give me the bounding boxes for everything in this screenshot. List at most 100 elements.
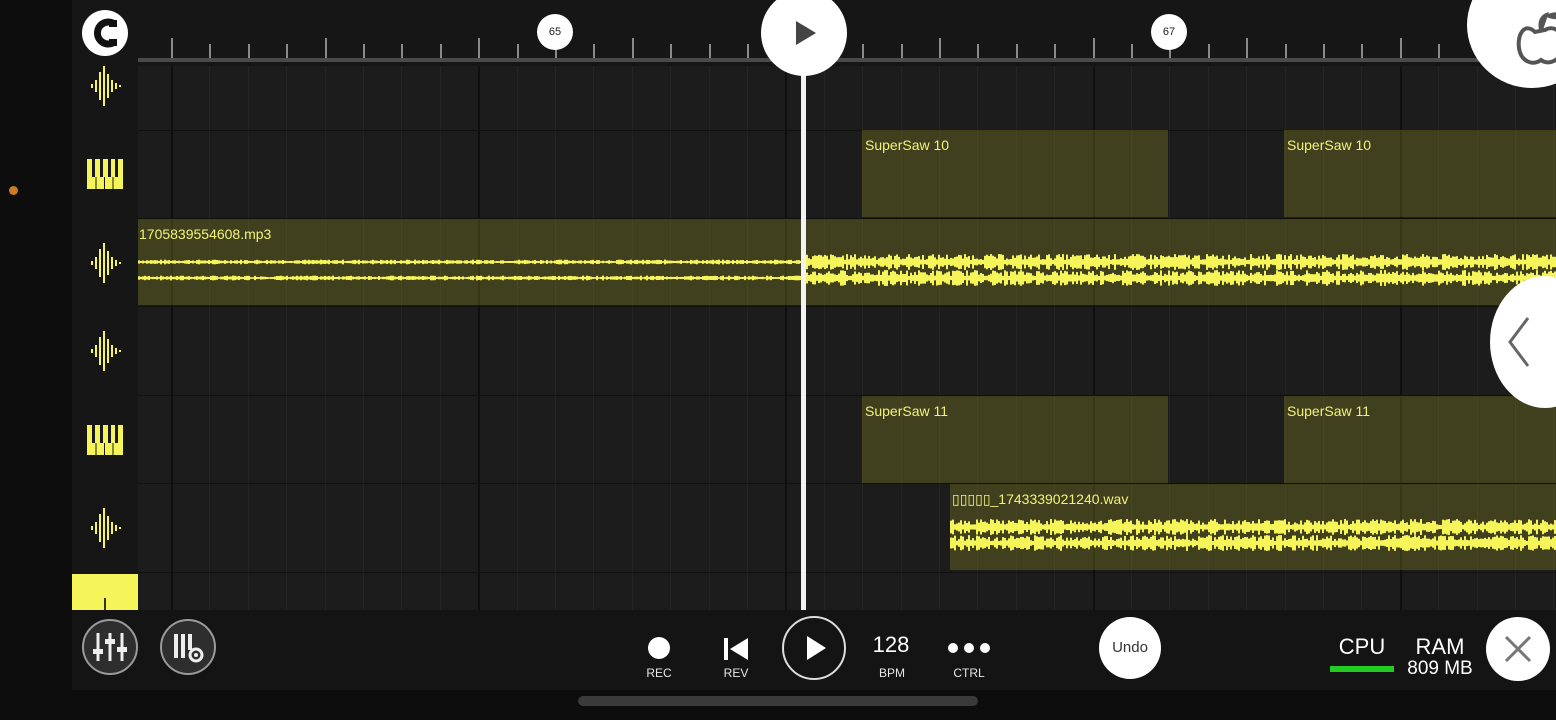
waveform-sample — [940, 271, 942, 285]
close-button[interactable] — [1486, 617, 1550, 681]
pattern-clip-supersaw-11[interactable]: SuperSaw 11 — [1284, 396, 1556, 483]
waveform-sample — [174, 276, 176, 280]
transport-play-button[interactable] — [782, 616, 846, 680]
track-header-3[interactable] — [72, 219, 138, 307]
waveform-sample — [342, 276, 344, 280]
pattern-clip-supersaw-11[interactable]: SuperSaw 11 — [862, 396, 1168, 483]
waveform-sample — [882, 257, 884, 267]
track-header-2[interactable] — [72, 130, 138, 218]
track-header-7-selected[interactable] — [72, 574, 138, 610]
waveform-sample — [830, 254, 832, 270]
waveform-sample — [956, 523, 958, 531]
waveform-sample — [1378, 257, 1380, 267]
playhead-play-button[interactable] — [761, 0, 847, 76]
rewind-button[interactable] — [722, 636, 752, 662]
waveform-sample — [228, 261, 230, 263]
waveform-sample — [1376, 519, 1378, 535]
waveform-sample — [972, 538, 974, 548]
ctrl-button[interactable] — [947, 642, 991, 654]
waveform-sample — [1456, 273, 1458, 283]
waveform-sample — [1394, 257, 1396, 267]
record-button[interactable] — [648, 637, 670, 659]
track-header-6[interactable] — [72, 484, 138, 572]
waveform-sample — [1048, 538, 1050, 548]
bpm-value[interactable]: 128 — [860, 632, 922, 658]
waveform-sample — [1116, 519, 1118, 535]
waveform-sample — [1428, 522, 1430, 532]
undo-button[interactable]: Undo — [1099, 617, 1161, 679]
waveform-sample — [1242, 259, 1244, 265]
waveform-sample — [190, 276, 192, 280]
ruler-tick — [900, 44, 903, 58]
waveform-sample — [1460, 274, 1462, 282]
mixer-button[interactable] — [82, 619, 138, 675]
waveform-sample — [448, 277, 450, 279]
audio-clip-mp3[interactable]: 1705839554608.mp3 — [138, 219, 1556, 305]
playlist-window: 65 67 SuperSaw 10 SuperSaw 10 1705839554… — [72, 0, 1556, 690]
waveform-sample — [234, 275, 236, 281]
track-header-1[interactable] — [72, 66, 138, 106]
waveform-sample — [1422, 523, 1424, 531]
waveform-sample — [1532, 524, 1534, 530]
fl-studio-logo[interactable] — [1467, 0, 1556, 88]
pattern-clip-supersaw-10[interactable]: SuperSaw 10 — [1284, 130, 1556, 217]
waveform-sample — [1516, 523, 1518, 531]
waveform-sample — [1234, 537, 1236, 549]
grid-beat-line — [324, 66, 326, 610]
side-panel-toggle[interactable] — [1490, 276, 1556, 408]
waveform-sample — [1152, 535, 1154, 551]
waveform-sample — [1346, 254, 1348, 270]
waveform-sample — [1038, 537, 1040, 549]
waveform-sample — [1384, 270, 1386, 286]
channel-settings-button[interactable] — [160, 619, 216, 675]
waveform-sample — [1306, 519, 1308, 535]
waveform-sample — [392, 275, 394, 281]
waveform-sample — [336, 276, 338, 280]
waveform-sample — [1364, 520, 1366, 534]
pattern-clip-supersaw-10[interactable]: SuperSaw 10 — [862, 130, 1168, 217]
waveform-sample — [610, 260, 612, 264]
audio-clip-wav[interactable]: ▯▯▯▯▯_1743339021240.wav — [950, 484, 1556, 570]
waveform-sample — [1426, 274, 1428, 282]
waveform-sample — [1194, 255, 1196, 269]
mixer-faders-icon — [93, 633, 127, 661]
system-home-indicator[interactable] — [578, 696, 978, 706]
waveform-sample — [1394, 535, 1396, 551]
waveform-sample — [1290, 270, 1292, 286]
waveform-sample — [1076, 272, 1078, 284]
ruler-tick — [1361, 44, 1364, 58]
waveform-sample — [314, 275, 316, 281]
waveform-sample — [1240, 539, 1242, 547]
snap-magnet-button[interactable] — [82, 10, 128, 56]
waveform-sample — [1360, 540, 1362, 546]
ruler-tick — [439, 44, 442, 58]
waveform-sample — [796, 260, 798, 264]
bar-marker-67[interactable]: 67 — [1151, 14, 1187, 50]
waveform-sample — [1434, 274, 1436, 282]
audio-waveform — [950, 519, 1556, 551]
waveform-sample — [660, 276, 662, 280]
waveform-sample — [938, 271, 940, 285]
waveform-sample — [1224, 274, 1226, 282]
waveform-sample — [1318, 520, 1320, 534]
waveform-sample — [1488, 537, 1490, 549]
waveform-sample — [968, 275, 970, 281]
waveform-sample — [1378, 523, 1380, 531]
track-header-4[interactable] — [72, 307, 138, 395]
waveform-sample — [1348, 257, 1350, 267]
bar-marker-65[interactable]: 65 — [537, 14, 573, 50]
waveform-sample — [966, 523, 968, 531]
track-header-5[interactable] — [72, 396, 138, 484]
waveform-sample — [362, 260, 364, 264]
waveform-sample — [692, 260, 694, 264]
waveform-sample — [1250, 272, 1252, 284]
waveform-sample — [1386, 257, 1388, 267]
waveform-sample — [1324, 271, 1326, 285]
waveform-sample — [1080, 538, 1082, 548]
waveform-sample — [1330, 257, 1332, 267]
waveform-sample — [894, 255, 896, 269]
playlist-grid[interactable]: SuperSaw 10 SuperSaw 10 1705839554608.mp… — [138, 66, 1556, 610]
playhead-line[interactable] — [801, 66, 806, 610]
waveform-sample — [1144, 535, 1146, 551]
waveform-sample — [858, 272, 860, 284]
